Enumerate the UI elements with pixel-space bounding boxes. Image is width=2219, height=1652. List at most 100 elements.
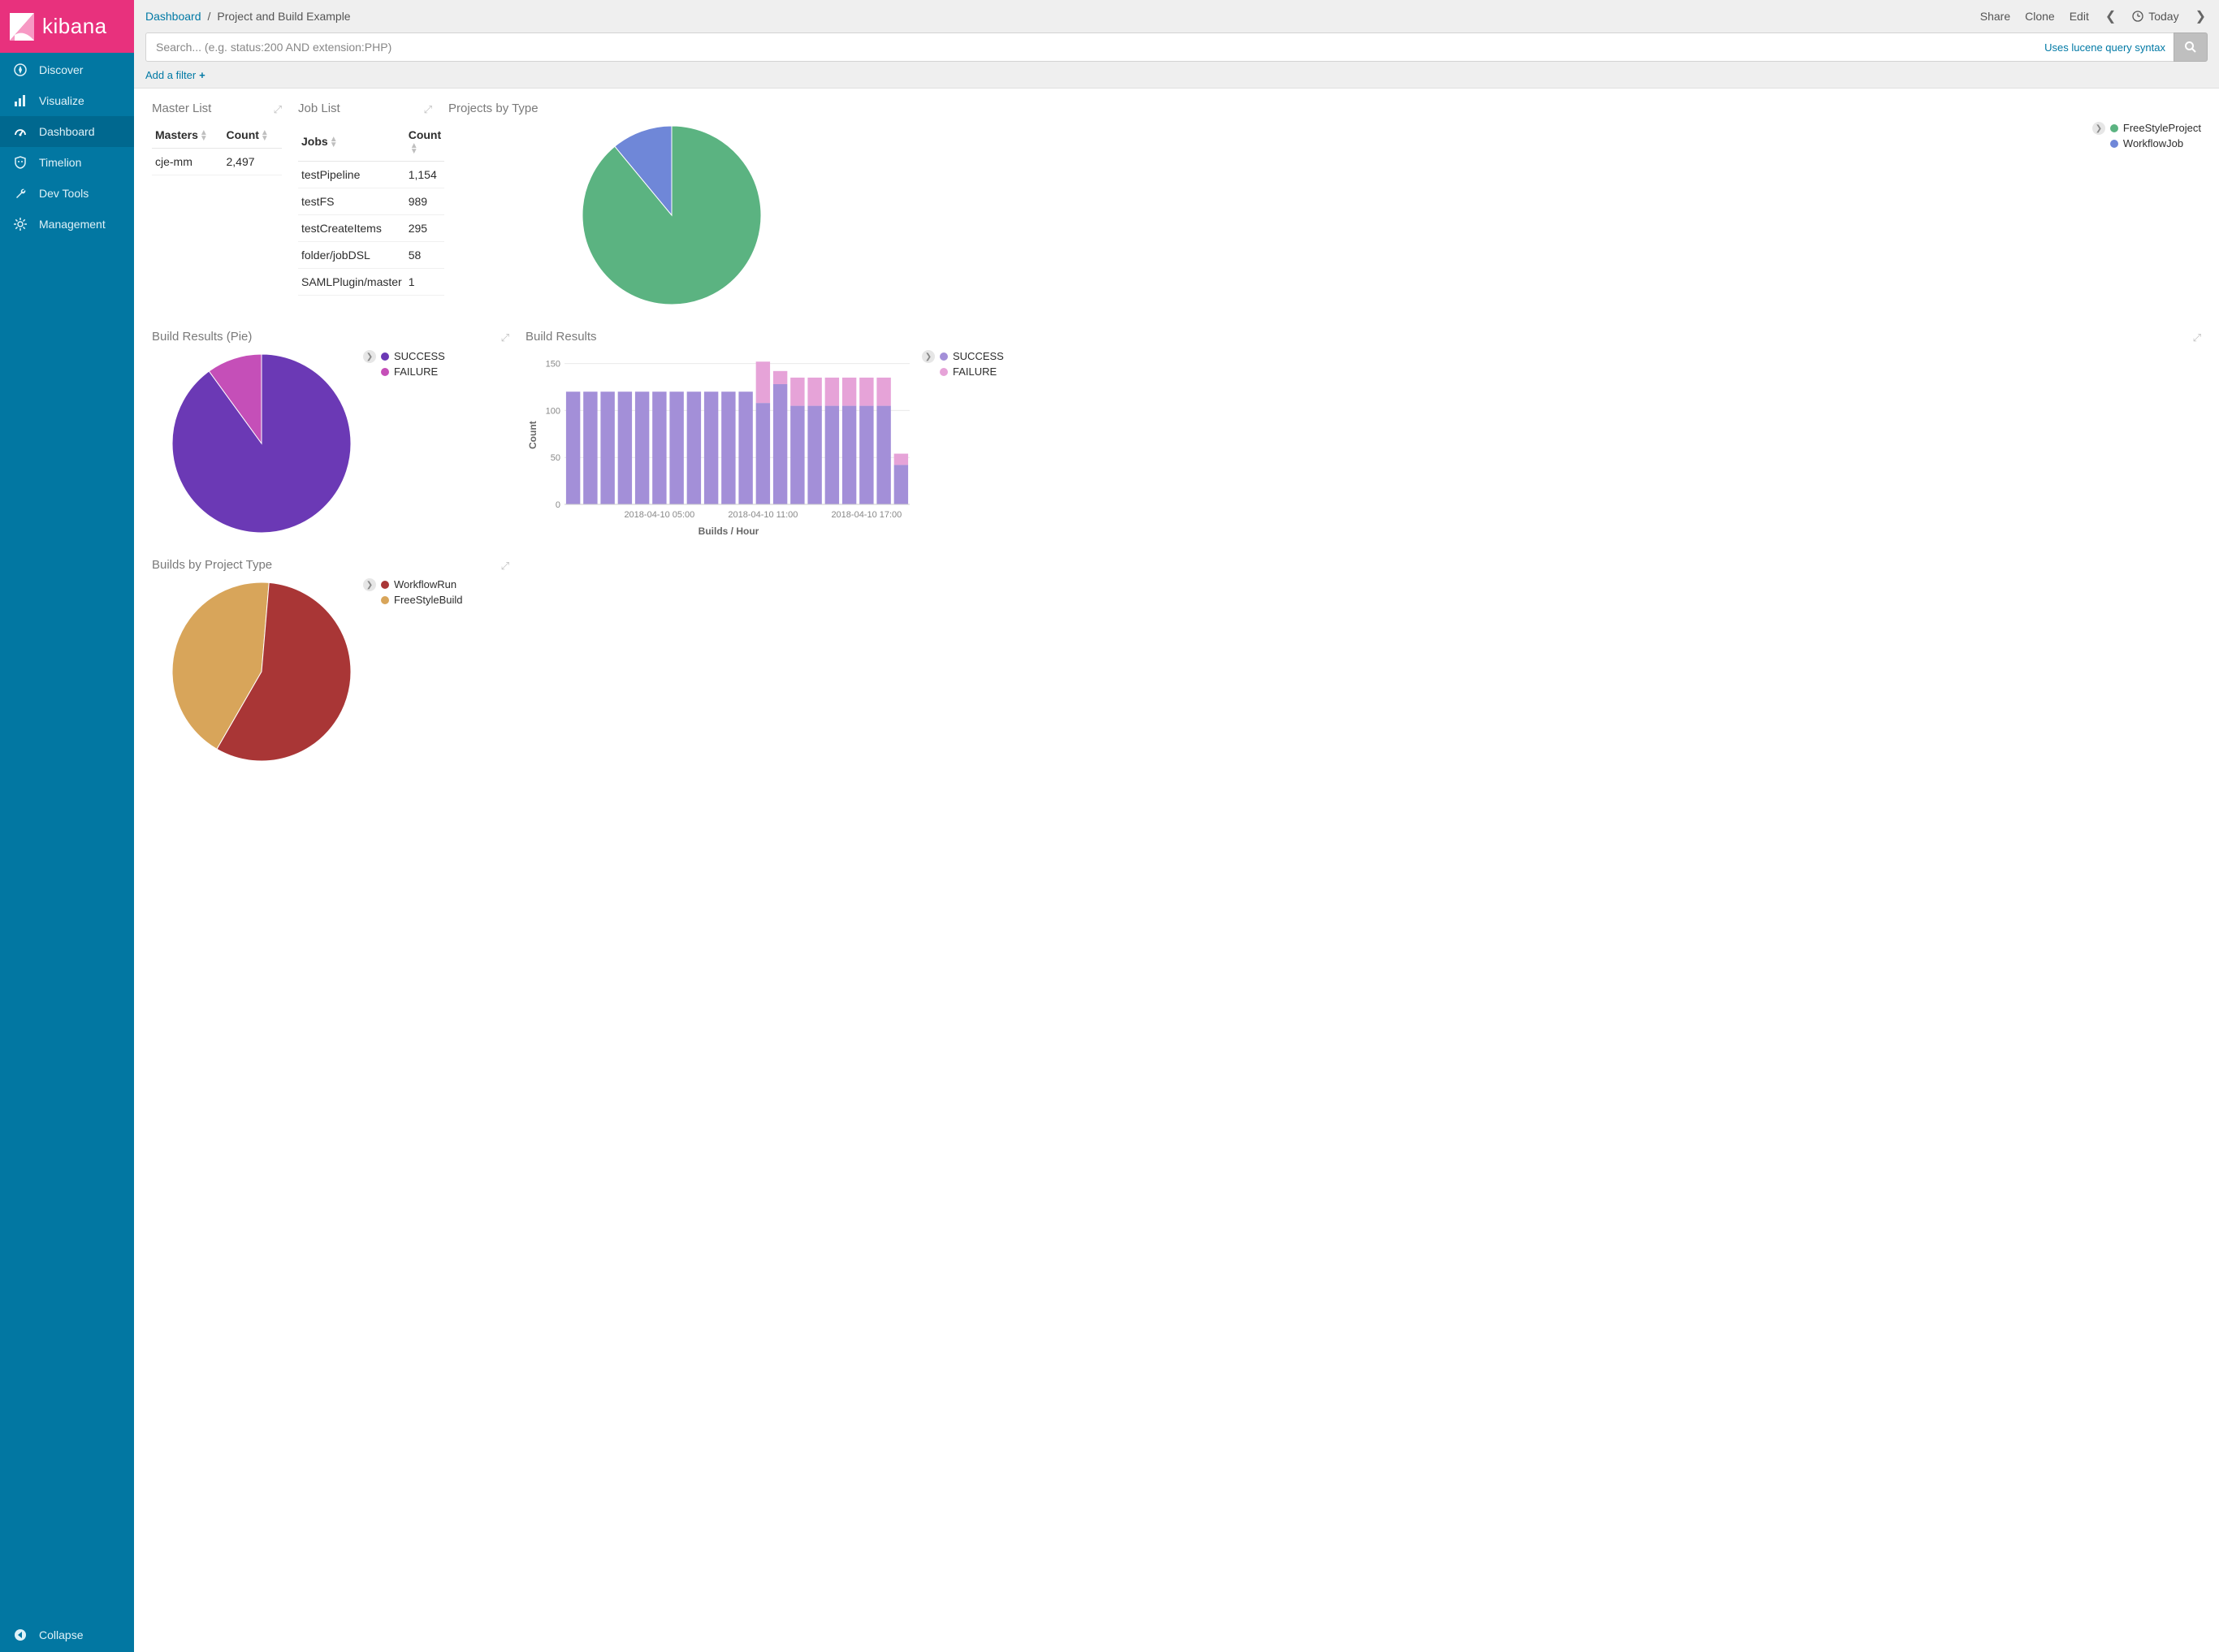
legend-label: FAILURE <box>394 365 438 378</box>
panel-build-results-bar: ⤢ Build Results Count 0 50 100 150 2018-04-1… <box>517 323 2209 551</box>
col-header-jobs[interactable]: Jobs▲▼ <box>298 122 405 162</box>
expand-icon[interactable]: ⤢ <box>2193 331 2201 344</box>
brand-logo[interactable]: kibana <box>0 0 134 53</box>
share-button[interactable]: Share <box>1980 10 2010 23</box>
legend-item[interactable]: SUCCESS <box>940 350 1004 362</box>
legend-item[interactable]: FAILURE <box>940 365 1004 378</box>
sidebar-item-label: Management <box>39 218 106 231</box>
svg-text:100: 100 <box>546 406 560 416</box>
build-results-pie-chart[interactable] <box>168 350 355 537</box>
brand-name: kibana <box>42 14 107 39</box>
legend-label: SUCCESS <box>394 350 445 362</box>
sidebar-collapse[interactable]: Collapse <box>0 1618 134 1652</box>
sidebar-item-timelion[interactable]: Timelion <box>0 147 134 178</box>
build-results-bar-legend: ❯ SUCCESS FAILURE <box>922 350 1004 521</box>
timepicker[interactable]: Today <box>2132 10 2178 23</box>
table-row[interactable]: testCreateItems295 <box>298 215 444 242</box>
sidebar-item-devtools[interactable]: Dev Tools <box>0 178 134 209</box>
sidebar: kibana Discover Visualize Dashboard Time… <box>0 0 134 1652</box>
projects-legend: ❯ FreeStyleProject WorkflowJob <box>2092 122 2201 153</box>
build-results-pie-legend: ❯ SUCCESS FAILURE <box>363 350 445 381</box>
expand-icon[interactable]: ⤢ <box>501 560 509 573</box>
panel-build-results-pie: ⤢ Build Results (Pie) ❯ SUCCESS FAILURE <box>144 323 517 551</box>
collapse-icon <box>13 1628 28 1642</box>
gauge-icon <box>13 124 28 139</box>
expand-icon[interactable]: ⤢ <box>501 331 509 344</box>
legend-item[interactable]: SUCCESS <box>381 350 445 362</box>
panel-title: Build Results <box>526 330 2201 344</box>
panel-job-list: ⤢ Job List Jobs▲▼ Count▲▼ testPipeline1,… <box>290 95 440 323</box>
panel-master-list: ⤢ Master List Masters▲▼ Count▲▼ cje-mm2,… <box>144 95 290 323</box>
projects-pie-chart[interactable] <box>578 122 765 309</box>
legend-label: FAILURE <box>953 365 997 378</box>
sidebar-item-label: Discover <box>39 63 83 76</box>
sidebar-nav: Discover Visualize Dashboard Timelion De… <box>0 53 134 1618</box>
table-row[interactable]: testPipeline1,154 <box>298 162 444 188</box>
legend-item[interactable]: FAILURE <box>381 365 445 378</box>
svg-text:0: 0 <box>556 500 560 510</box>
time-next-button[interactable]: ❯ <box>2194 8 2208 24</box>
svg-text:2018-04-10 05:00: 2018-04-10 05:00 <box>624 510 694 520</box>
col-header-masters[interactable]: Masters▲▼ <box>152 122 223 149</box>
panel-title: Job List <box>298 102 432 115</box>
legend-swatch <box>381 581 389 589</box>
collapse-label: Collapse <box>39 1628 83 1641</box>
legend-item[interactable]: FreeStyleBuild <box>381 594 463 606</box>
legend-label: WorkflowRun <box>394 578 456 590</box>
svg-text:150: 150 <box>546 360 560 370</box>
clock-icon <box>2132 11 2143 22</box>
table-row[interactable]: testFS989 <box>298 188 444 215</box>
sidebar-item-discover[interactable]: Discover <box>0 54 134 85</box>
legend-label: SUCCESS <box>953 350 1004 362</box>
dashboard-grid: ⤢ Master List Masters▲▼ Count▲▼ cje-mm2,… <box>134 89 2219 812</box>
legend-toggle-icon[interactable]: ❯ <box>363 578 376 591</box>
sidebar-item-dashboard[interactable]: Dashboard <box>0 116 134 147</box>
svg-text:50: 50 <box>551 453 560 463</box>
legend-item[interactable]: FreeStyleProject <box>2110 122 2201 134</box>
sidebar-item-visualize[interactable]: Visualize <box>0 85 134 116</box>
legend-swatch <box>940 368 948 376</box>
expand-icon[interactable]: ⤢ <box>274 103 282 116</box>
legend-toggle-icon[interactable]: ❯ <box>363 350 376 363</box>
panel-title: Master List <box>152 102 282 115</box>
topbar: Dashboard / Project and Build Example Sh… <box>134 0 2219 62</box>
legend-toggle-icon[interactable]: ❯ <box>2092 122 2105 135</box>
legend-label: FreeStyleProject <box>2123 122 2201 134</box>
expand-icon[interactable]: ⤢ <box>424 103 432 116</box>
bar-ylabel: Count <box>526 350 540 521</box>
main-content: Dashboard / Project and Build Example Sh… <box>134 0 2219 1652</box>
search-input[interactable] <box>145 32 2036 62</box>
svg-text:2018-04-10 17:00: 2018-04-10 17:00 <box>831 510 902 520</box>
breadcrumb-root[interactable]: Dashboard <box>145 10 201 23</box>
panel-title: Projects by Type <box>448 102 2201 115</box>
lucene-syntax-link[interactable]: Uses lucene query syntax <box>2036 32 2174 62</box>
legend-swatch <box>381 352 389 361</box>
col-header-count[interactable]: Count▲▼ <box>223 122 282 149</box>
col-header-count[interactable]: Count▲▼ <box>405 122 444 162</box>
breadcrumb-row: Dashboard / Project and Build Example Sh… <box>145 5 2208 28</box>
table-row[interactable]: cje-mm2,497 <box>152 149 282 175</box>
panel-builds-by-project-type: ⤢ Builds by Project Type ❯ WorkflowRunFr… <box>144 551 517 780</box>
sidebar-item-label: Timelion <box>39 156 81 169</box>
panel-projects-by-type: Projects by Type ❯ FreeStyleProject Workf… <box>440 95 2209 323</box>
breadcrumb-separator: / <box>208 10 211 23</box>
build-results-bar-chart[interactable]: 0 50 100 150 2018-04-10 05:00 2018-04-10 11:0… <box>540 350 914 521</box>
sidebar-item-label: Dev Tools <box>39 187 89 200</box>
builds-by-type-pie-chart[interactable] <box>168 578 355 765</box>
edit-button[interactable]: Edit <box>2070 10 2089 23</box>
search-button[interactable] <box>2174 32 2208 62</box>
clone-button[interactable]: Clone <box>2025 10 2055 23</box>
legend-toggle-icon[interactable]: ❯ <box>922 350 935 363</box>
wrench-icon <box>13 186 28 201</box>
bar-xlabel: Builds / Hour <box>542 525 915 537</box>
svg-text:2018-04-10 11:00: 2018-04-10 11:00 <box>728 510 798 520</box>
table-row[interactable]: folder/jobDSL58 <box>298 242 444 269</box>
add-filter-button[interactable]: Add a filter + <box>145 69 205 81</box>
panel-title: Build Results (Pie) <box>152 330 509 344</box>
kibana-logo-icon <box>10 13 34 41</box>
time-prev-button[interactable]: ❮ <box>2104 8 2117 24</box>
table-row[interactable]: SAMLPlugin/master1 <box>298 269 444 296</box>
legend-item[interactable]: WorkflowJob <box>2110 137 2201 149</box>
legend-item[interactable]: WorkflowRun <box>381 578 463 590</box>
sidebar-item-management[interactable]: Management <box>0 209 134 240</box>
